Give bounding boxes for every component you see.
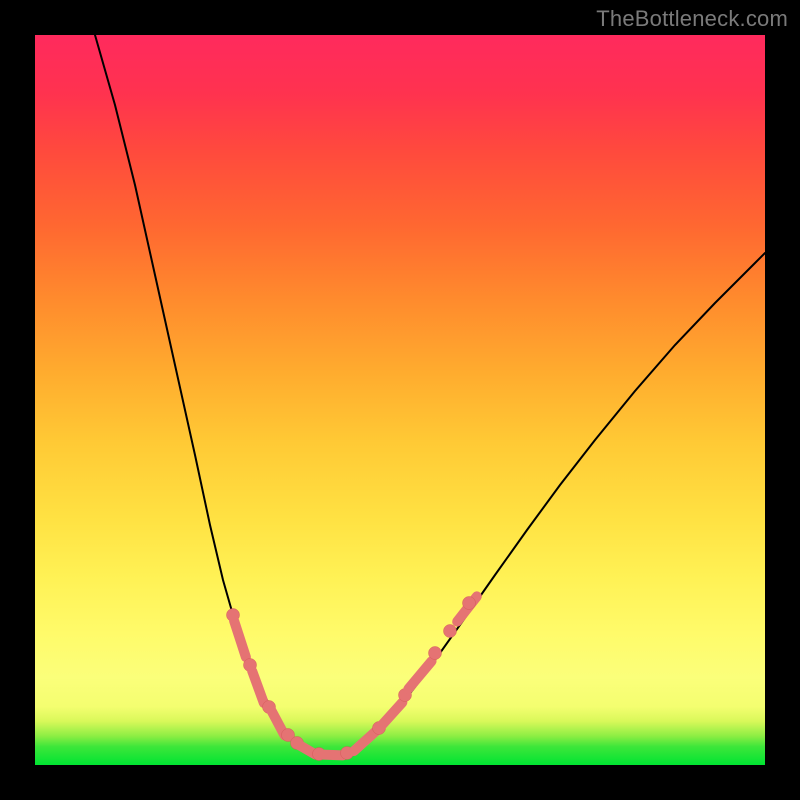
curve-layer xyxy=(35,35,765,765)
curve-marker-dash xyxy=(323,755,343,756)
bottleneck-curve xyxy=(95,35,765,755)
curve-marker-dot xyxy=(463,597,476,610)
curve-marker-dash xyxy=(408,661,431,689)
marker-layer xyxy=(227,596,477,760)
plot-area xyxy=(35,35,765,765)
curve-marker-dash xyxy=(252,671,264,703)
curve-marker-dash xyxy=(354,731,376,751)
curve-marker-dot xyxy=(444,625,457,638)
watermark-text: TheBottleneck.com xyxy=(596,6,788,32)
chart-stage: TheBottleneck.com xyxy=(0,0,800,800)
curve-marker-dash xyxy=(234,621,246,657)
curve-marker-dash xyxy=(380,702,403,727)
curve-marker-dot xyxy=(429,647,442,660)
